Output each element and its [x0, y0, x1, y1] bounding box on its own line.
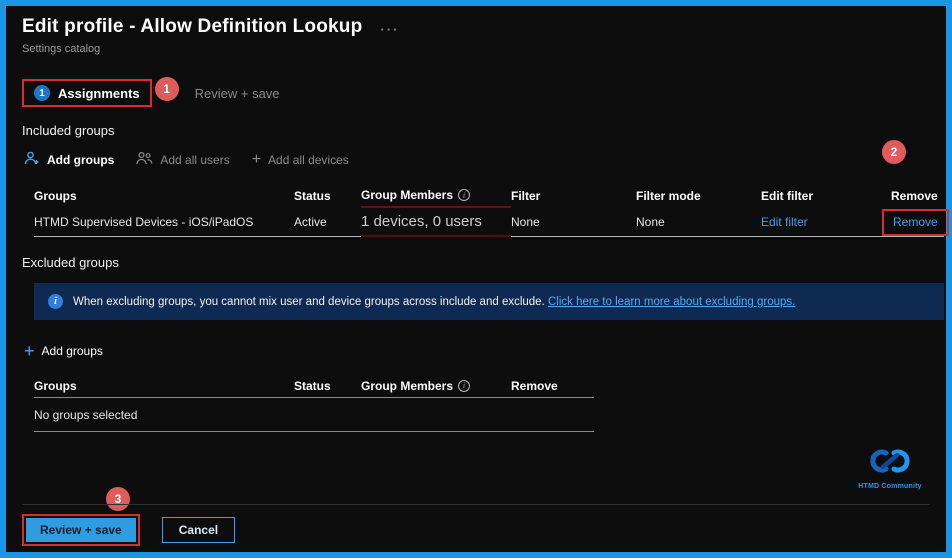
info-banner-icon: i — [48, 294, 63, 309]
plus-icon: + — [251, 150, 262, 168]
add-groups-button[interactable]: Add groups — [24, 151, 114, 168]
column-groups: Groups — [34, 189, 77, 203]
row-status: Active — [294, 208, 361, 237]
row-group-name: HTMD Supervised Devices - iOS/iPadOS — [34, 208, 294, 237]
add-all-devices-button[interactable]: + Add all devices — [251, 150, 349, 168]
tab-review-save[interactable]: Review + save — [195, 86, 280, 101]
no-groups-selected-row: No groups selected — [34, 398, 594, 432]
row-filter-mode: None — [636, 208, 761, 237]
step-number-icon: 1 — [34, 85, 50, 101]
row-edit-filter-cell: Edit filter — [761, 208, 891, 237]
add-all-users-button[interactable]: Add all users — [136, 151, 230, 168]
included-table-header: Groups Status Group Members i Filter Fil… — [34, 184, 944, 208]
add-groups-excluded-button[interactable]: + Add groups — [24, 342, 103, 360]
excluded-groups-toolbar: + Add groups — [24, 342, 930, 360]
add-groups-excluded-label: Add groups — [41, 344, 103, 358]
column-group-members: Group Members i — [361, 184, 511, 208]
wizard-tabs: 1 Assignments 1 Review + save — [22, 77, 930, 107]
row-remove-cell: Remove — [882, 208, 949, 237]
review-save-button[interactable]: Review + save — [26, 518, 136, 542]
table-row: HTMD Supervised Devices - iOS/iPadOS Act… — [34, 208, 949, 237]
column-group-members: Group Members i — [361, 374, 511, 397]
add-all-devices-label: Add all devices — [268, 152, 349, 167]
cancel-button[interactable]: Cancel — [161, 517, 236, 543]
footer-buttons: Review + save Cancel — [22, 514, 930, 546]
column-group-members-label: Group Members — [361, 188, 454, 202]
htmd-logo-icon — [870, 449, 910, 473]
column-filter-mode: Filter mode — [636, 189, 701, 203]
excluded-table-header: Groups Status Group Members i Remove — [34, 374, 594, 398]
info-icon[interactable]: i — [458, 189, 471, 201]
excluded-groups-table: Groups Status Group Members i Remove No … — [34, 374, 594, 432]
page-subtitle: Settings catalog — [22, 43, 101, 55]
included-groups-toolbar: Add groups Add all users + Add all devic… — [24, 151, 930, 168]
annotation-box-review-save: Review + save — [22, 514, 140, 546]
row-filter: None — [511, 208, 636, 237]
htmd-community-logo: HTMD Community — [848, 446, 932, 490]
info-icon[interactable]: i — [458, 379, 471, 392]
add-all-users-label: Add all users — [160, 152, 230, 167]
edit-filter-link[interactable]: Edit filter — [761, 215, 808, 229]
remove-link[interactable]: Remove — [882, 208, 949, 236]
htmd-logo-caption: HTMD Community — [858, 483, 922, 490]
included-groups-heading: Included groups — [22, 123, 115, 138]
column-group-members-label: Group Members — [361, 378, 454, 393]
info-banner-message: When excluding groups, you cannot mix us… — [73, 295, 545, 308]
footer-bar: Review + save Cancel — [22, 504, 930, 552]
column-remove: Remove — [511, 378, 558, 393]
excluded-groups-heading: Excluded groups — [22, 255, 119, 270]
annotation-badge-1: 1 — [154, 77, 179, 101]
column-filter: Filter — [511, 189, 541, 203]
people-icon — [136, 151, 153, 168]
page-title: Edit profile - Allow Definition Lookup — [22, 16, 363, 37]
column-edit-filter: Edit filter — [761, 189, 814, 203]
annotation-badge-2: 2 — [882, 140, 906, 164]
add-groups-label: Add groups — [47, 152, 115, 167]
column-groups: Groups — [34, 378, 77, 393]
column-status: Status — [294, 189, 331, 203]
tab-assignments-label: Assignments — [58, 85, 140, 101]
more-options-icon[interactable]: ··· — [380, 22, 399, 37]
person-add-icon — [24, 151, 40, 168]
plus-icon: + — [24, 341, 35, 361]
edit-profile-page: Edit profile - Allow Definition Lookup ·… — [6, 6, 949, 552]
info-banner-text: When excluding groups, you cannot mix us… — [73, 296, 795, 308]
row-group-members: 1 devices, 0 users — [361, 208, 511, 237]
included-groups-table: Groups Status Group Members i Filter Fil… — [34, 184, 949, 237]
column-remove: Remove — [891, 189, 938, 203]
excluding-groups-learn-more-link[interactable]: Click here to learn more about excluding… — [548, 296, 795, 308]
tab-assignments[interactable]: 1 Assignments — [22, 79, 152, 107]
column-status: Status — [294, 378, 331, 393]
page-header: Edit profile - Allow Definition Lookup ·… — [22, 16, 930, 38]
info-banner: i When excluding groups, you cannot mix … — [34, 283, 944, 320]
